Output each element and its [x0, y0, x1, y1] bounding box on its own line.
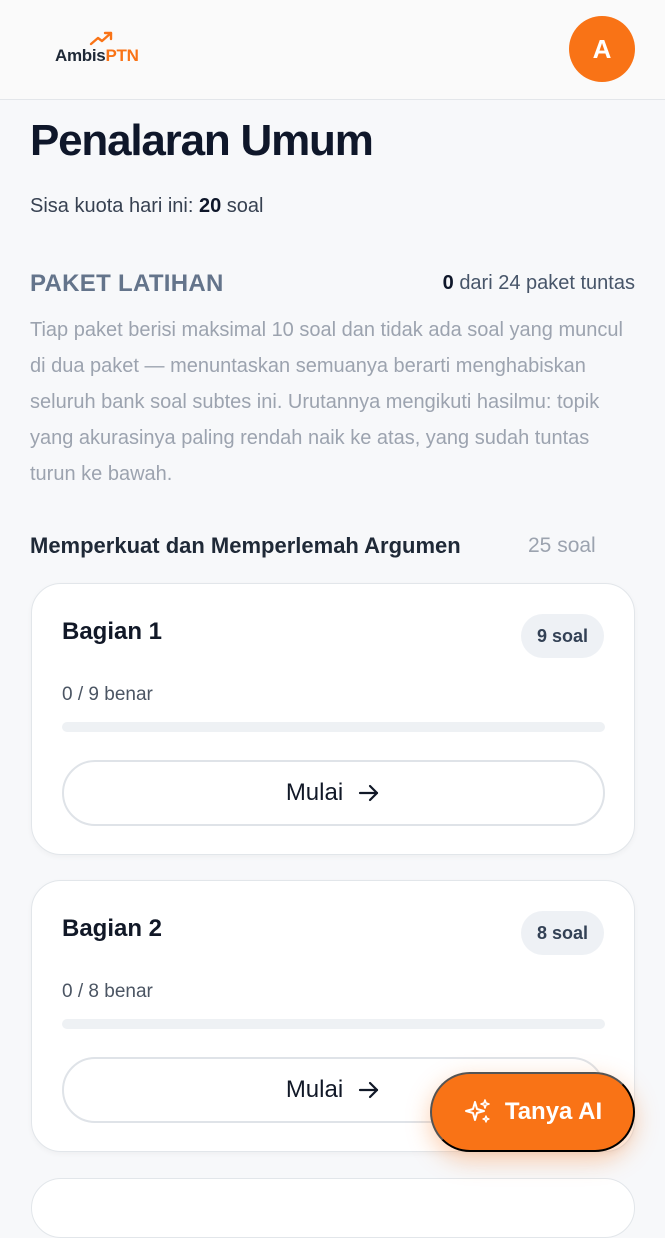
start-button-label: Mulai [285, 1076, 344, 1103]
arrow-right-icon [359, 1081, 379, 1099]
start-button-label: Mulai [285, 779, 344, 806]
package-card-partial [31, 1178, 635, 1238]
packages-done-suffix: dari 24 paket tuntas [459, 272, 635, 294]
quota-value: 20 [198, 195, 222, 217]
quota-text: Sisa kuota hari ini: 20 soal [30, 195, 264, 218]
question-count-badge: 8 soal [520, 911, 604, 955]
section-title: PAKET LATIHAN [30, 270, 224, 297]
ask-ai-button[interactable]: Tanya AI [430, 1072, 635, 1152]
package-title: Bagian 1 [62, 618, 163, 645]
arrow-right-icon [359, 784, 379, 802]
ask-ai-label: Tanya AI [504, 1098, 603, 1125]
logo-text-part1: Ambis [55, 46, 106, 65]
progress-bar [62, 722, 605, 732]
logo-text: AmbisPTN [55, 46, 139, 66]
start-button[interactable]: Mulai [62, 760, 605, 826]
trend-arrow-icon [89, 31, 113, 46]
package-progress-summary: 0 dari 24 paket tuntas [443, 272, 635, 295]
page-title: Penalaran Umum [30, 116, 374, 165]
score-text: 0 / 8 benar [62, 981, 153, 1002]
packages-done-count: 0 [442, 272, 454, 294]
avatar[interactable]: A [569, 16, 635, 82]
topic-title: Memperkuat dan Memperlemah Argumen [30, 533, 461, 558]
package-card: Bagian 1 9 soal 0 / 9 benar Mulai [31, 583, 635, 855]
logo[interactable]: AmbisPTN [55, 30, 155, 66]
score-text: 0 / 9 benar [62, 684, 153, 705]
package-title: Bagian 2 [62, 915, 163, 942]
section-description: Tiap paket berisi maksimal 10 soal dan t… [30, 319, 623, 485]
logo-text-part2: PTN [105, 46, 139, 65]
question-count-badge: 9 soal [520, 614, 604, 658]
quota-prefix: Sisa kuota hari ini: [30, 195, 194, 217]
topic-question-count: 25 soal [528, 534, 596, 557]
progress-bar [62, 1019, 605, 1029]
sparkles-icon [464, 1099, 490, 1123]
app-header: AmbisPTN A [0, 0, 665, 100]
quota-suffix: soal [226, 195, 264, 217]
